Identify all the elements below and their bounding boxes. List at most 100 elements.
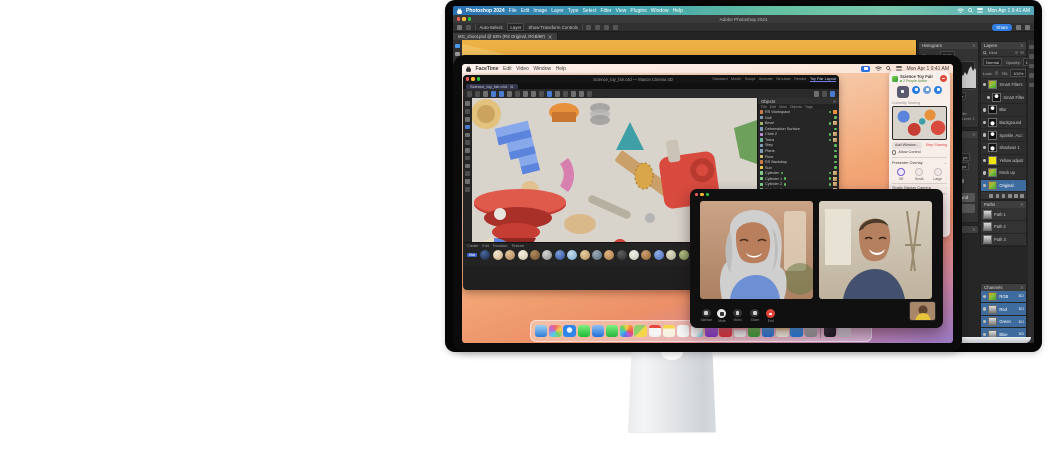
facetime-button[interactable] (934, 86, 942, 94)
add-window-button[interactable]: Add Window… (892, 142, 922, 149)
align-center-icon[interactable] (595, 25, 600, 30)
path-row[interactable]: Path 1 (981, 208, 1026, 221)
menu-app-name[interactable]: Photoshop 2024 (466, 8, 505, 14)
layers-footer-icons[interactable] (981, 192, 1026, 199)
home-icon[interactable] (457, 25, 462, 30)
layout-tab[interactable]: Standard (712, 77, 727, 82)
layer-row[interactable]: Blur (981, 104, 1026, 117)
wifi-icon[interactable] (957, 8, 964, 13)
layer-row[interactable]: Smart Filters (981, 92, 1026, 105)
layer-row[interactable]: Shadows 1 (981, 142, 1026, 155)
mic-button[interactable] (897, 86, 909, 98)
menu-edit[interactable]: Edit (503, 66, 512, 72)
share-button[interactable]: Share (992, 24, 1012, 31)
layout-tab[interactable]: Simulate (776, 77, 791, 82)
blend-mode-select[interactable]: Normal (983, 58, 1002, 66)
dock-icon-launchpad[interactable] (549, 325, 561, 337)
menu-app-name[interactable]: FaceTime (476, 66, 499, 72)
objects-panel-title[interactable]: Objects (761, 99, 775, 104)
dock-icon-calendar[interactable] (649, 325, 661, 337)
menubar-clock[interactable]: Mon Apr 1 9:41 AM (987, 8, 1030, 14)
layer-row[interactable]: Sparkle, Acc 1 (981, 129, 1026, 142)
panel-menu-icon[interactable]: ≡ (1020, 202, 1023, 207)
mute-button[interactable]: Mute (717, 309, 726, 323)
layer-row[interactable]: Yellow adjust (981, 155, 1026, 168)
menu-edit[interactable]: Edit (521, 8, 530, 14)
menu-select[interactable]: Select (583, 8, 597, 14)
menu-view[interactable]: View (616, 8, 627, 14)
layer-filter-kind[interactable]: Kind (989, 50, 997, 55)
close-tab-icon[interactable] (510, 85, 514, 89)
panel-menu-icon[interactable]: ≡ (972, 132, 975, 137)
panel-menu-icon[interactable]: ≡ (1020, 285, 1023, 290)
dock-icon-photos[interactable] (620, 325, 632, 337)
video-button[interactable]: Video (731, 309, 743, 321)
panel-menu-icon[interactable]: ≡ (1020, 43, 1023, 48)
document-tab[interactable]: MG_shoot.psd @ 63% (RS Original, RGB/8#) (453, 33, 558, 40)
show-transform-label[interactable]: Show Transform Controls (528, 25, 578, 30)
layer-row[interactable]: Mock up (981, 167, 1026, 180)
dock-icon-mail[interactable] (592, 325, 604, 337)
close-tab-icon[interactable] (548, 35, 552, 39)
menu-layer[interactable]: Layer (551, 8, 564, 14)
menu-image[interactable]: Image (533, 8, 547, 14)
messages-button[interactable] (912, 86, 920, 94)
layout-tab[interactable]: Sculpt (745, 77, 756, 82)
end-call-button[interactable]: End (766, 309, 775, 323)
wifi-icon[interactable] (875, 66, 882, 71)
window-controls[interactable] (695, 193, 709, 196)
align-right-icon[interactable] (604, 25, 609, 30)
layer-filter-row[interactable]: Kind (981, 49, 1026, 57)
dock-icon-reminders[interactable] (677, 325, 689, 337)
window-controls[interactable] (466, 77, 480, 80)
dock-icon-messages[interactable] (578, 325, 590, 337)
apple-logo-icon[interactable] (457, 8, 462, 14)
dock-icon-finder[interactable] (535, 325, 547, 337)
layout-tab[interactable]: Render (794, 77, 806, 82)
layout-tabs[interactable]: Standard Model Sculpt Animate Simulate R… (712, 77, 836, 82)
share-button[interactable]: Share (749, 309, 761, 321)
shared-screen-thumbnail[interactable] (892, 106, 947, 140)
apple-logo-icon[interactable] (466, 66, 471, 72)
workspace-icon[interactable] (1025, 25, 1030, 30)
menu-plugins[interactable]: Plugins (630, 8, 646, 14)
menu-help[interactable]: Help (556, 66, 566, 72)
layer-row[interactable]: Smart Filters (981, 79, 1026, 92)
dock-icon-safari[interactable] (563, 325, 575, 337)
menu-type[interactable]: Type (568, 8, 579, 14)
search-icon[interactable] (968, 8, 973, 13)
dock-icon-facetime[interactable] (606, 325, 618, 337)
menu-window[interactable]: Window (651, 8, 669, 14)
menu-file[interactable]: File (509, 8, 517, 14)
overlay-off-option[interactable]: Off (897, 168, 905, 181)
audio-button[interactable] (923, 86, 931, 94)
document-tab[interactable]: Science_toy_fair.c4d (466, 84, 518, 90)
search-options-icon[interactable] (1016, 25, 1021, 30)
auto-select-value[interactable]: Layer (507, 23, 524, 31)
overlay-small-option[interactable]: Small (915, 168, 923, 181)
layout-tab[interactable]: Animate (759, 77, 773, 82)
distribute-icon[interactable] (613, 25, 618, 30)
path-row[interactable]: Path 2 (981, 221, 1026, 234)
menu-help[interactable]: Help (673, 8, 683, 14)
fill-value[interactable]: 100% (1010, 69, 1026, 77)
menu-filter[interactable]: Filter (600, 8, 611, 14)
move-tool-icon[interactable] (455, 44, 459, 48)
search-icon[interactable] (886, 66, 891, 71)
self-view-pip[interactable] (909, 301, 936, 321)
sidebar-button[interactable]: Sidebar (700, 309, 712, 321)
cinema4d-toolbar[interactable] (463, 89, 839, 98)
stop-sharing-button[interactable]: Stop Sharing (926, 143, 947, 147)
panel-menu-icon[interactable]: ≡ (972, 227, 975, 232)
channel-row[interactable]: RGB⌘2 (981, 291, 1026, 304)
move-tool-icon[interactable] (466, 25, 471, 30)
menu-window[interactable]: Window (533, 66, 551, 72)
layer-row-selected[interactable]: Original (981, 180, 1026, 193)
path-row[interactable]: Path 3 (981, 234, 1026, 247)
menu-video[interactable]: Video (516, 66, 529, 72)
panel-menu-icon[interactable]: ≡ (972, 43, 975, 48)
leave-call-button[interactable] (940, 75, 947, 82)
material-label[interactable]: Mat (467, 253, 477, 257)
control-center-icon[interactable] (977, 8, 983, 13)
lock-icon[interactable] (995, 71, 998, 74)
